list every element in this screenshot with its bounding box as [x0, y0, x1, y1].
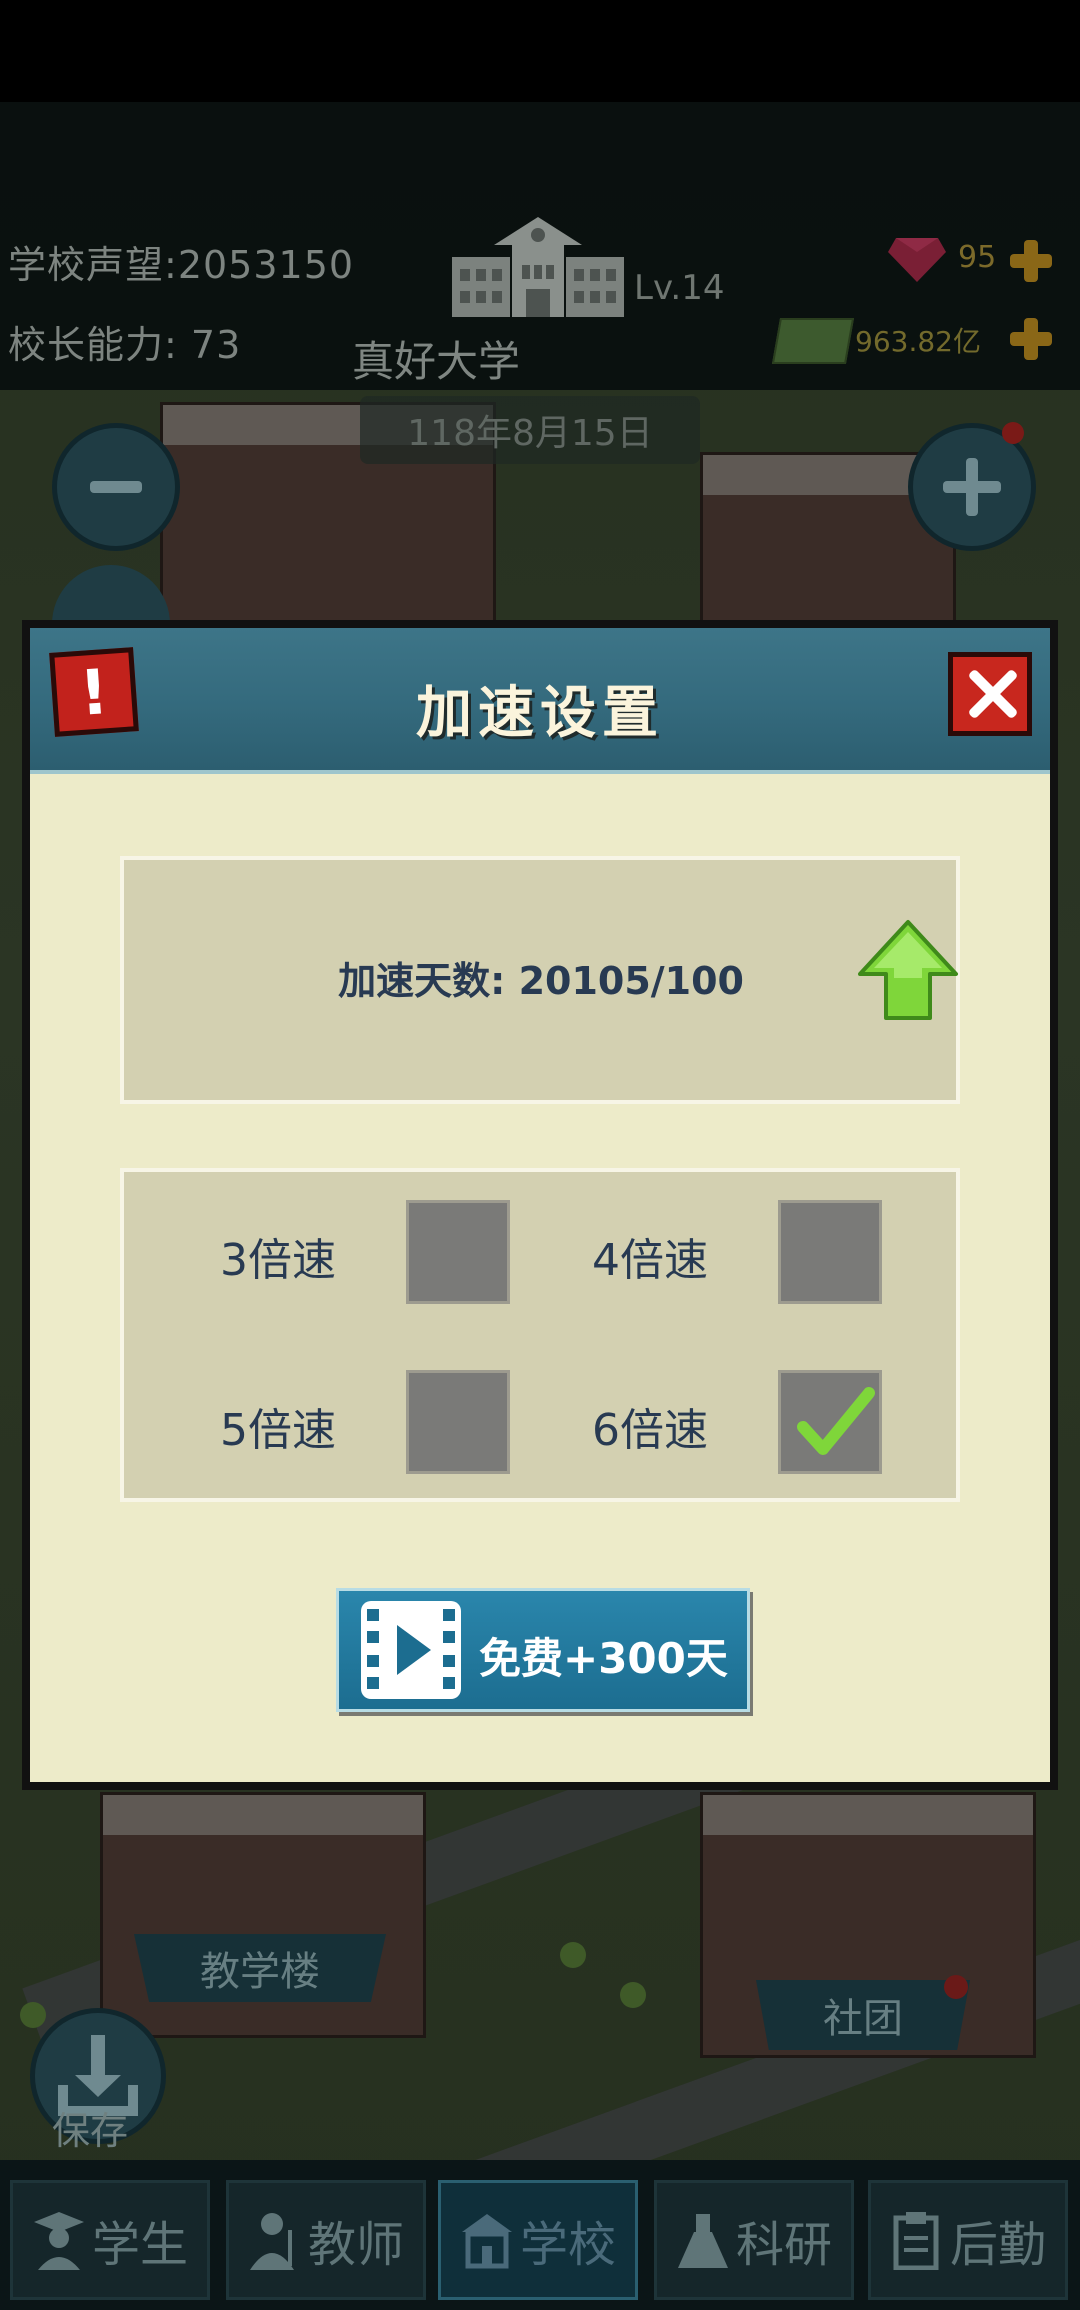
plus-icon	[943, 458, 1001, 516]
speed-days-panel: 加速天数: 20105/100	[120, 856, 960, 1104]
upgrade-arrow-icon[interactable]	[856, 918, 960, 1022]
student-icon	[33, 2212, 84, 2270]
add-money-icon[interactable]	[1006, 314, 1056, 364]
save-label: 保存	[52, 2109, 129, 2153]
teaching-building-label[interactable]: 教学楼	[134, 1934, 386, 2002]
tab-research[interactable]: 科研	[654, 2180, 854, 2300]
tab-research-label: 科研	[735, 2217, 832, 2273]
dialog-title: 加速设置	[416, 680, 664, 746]
reputation-stat: 学校声望:2053150	[8, 234, 354, 289]
club-label[interactable]: 社团	[756, 1980, 970, 2050]
add-gems-icon[interactable]	[1006, 236, 1056, 286]
game-date: 118年8月15日	[360, 396, 700, 464]
tab-teacher[interactable]: 教师	[226, 2180, 426, 2300]
speed-settings-dialog: 加速设置 ! 加速天数: 20105/100 3倍速 4倍速 5倍速 6倍速 免…	[22, 620, 1058, 1790]
tab-school[interactable]: 学校	[438, 2180, 638, 2300]
gem-icon	[888, 238, 946, 282]
money-count: 963.82亿	[855, 325, 981, 358]
reputation-value: 2053150	[177, 243, 355, 287]
speed-days-label: 加速天数:	[338, 959, 506, 1003]
ability-stat: 校长能力: 73	[8, 314, 241, 369]
checkmark-icon	[797, 1387, 875, 1455]
teacher-icon	[249, 2213, 294, 2270]
speed-6x-checkbox[interactable]	[778, 1370, 882, 1474]
speed-3x-label: 3倍速	[220, 1235, 336, 1286]
free-days-video-button[interactable]: 免费+300天	[336, 1588, 750, 1712]
tab-logistics-label: 后勤	[949, 2217, 1046, 2273]
video-icon	[361, 1601, 461, 1699]
dialog-header: 加速设置	[30, 628, 1050, 774]
zoom-out-button[interactable]	[52, 423, 180, 551]
tab-student-label: 学生	[91, 2217, 188, 2273]
school-name: 真好大学	[352, 337, 521, 386]
money-icon	[771, 318, 855, 364]
speed-days-text: 加速天数: 20105/100	[124, 950, 744, 1005]
speed-5x-label: 5倍速	[220, 1405, 336, 1456]
status-bar	[0, 0, 1080, 102]
school-building-icon	[452, 217, 624, 317]
tab-teacher-label: 教师	[307, 2217, 404, 2273]
school-icon	[461, 2214, 512, 2269]
speed-days-value: 20105/100	[518, 959, 744, 1003]
tab-logistics[interactable]: 后勤	[868, 2180, 1068, 2300]
info-button[interactable]: !	[49, 647, 139, 737]
speed-4x-checkbox[interactable]	[778, 1200, 882, 1304]
ability-value: 73	[190, 323, 242, 367]
speed-options-panel: 3倍速 4倍速 5倍速 6倍速	[120, 1168, 960, 1502]
logistics-icon	[893, 2212, 939, 2270]
gem-count: 95	[958, 240, 997, 275]
tab-school-label: 学校	[519, 2217, 616, 2273]
tab-student[interactable]: 学生	[10, 2180, 210, 2300]
notification-dot	[1002, 422, 1024, 444]
speed-5x-checkbox[interactable]	[406, 1370, 510, 1474]
close-button[interactable]	[948, 652, 1032, 736]
school-level: Lv.14	[634, 268, 725, 308]
research-icon	[677, 2214, 728, 2268]
exclamation-icon: !	[77, 654, 111, 730]
speed-3x-checkbox[interactable]	[406, 1200, 510, 1304]
speed-4x-label: 4倍速	[592, 1235, 708, 1286]
free-days-label: 免费+300天	[479, 1634, 728, 1683]
notification-dot	[944, 1975, 968, 1999]
ability-label: 校长能力:	[8, 323, 178, 367]
reputation-label: 学校声望:	[8, 243, 178, 287]
minus-icon	[90, 481, 142, 493]
speed-6x-label: 6倍速	[592, 1405, 708, 1456]
